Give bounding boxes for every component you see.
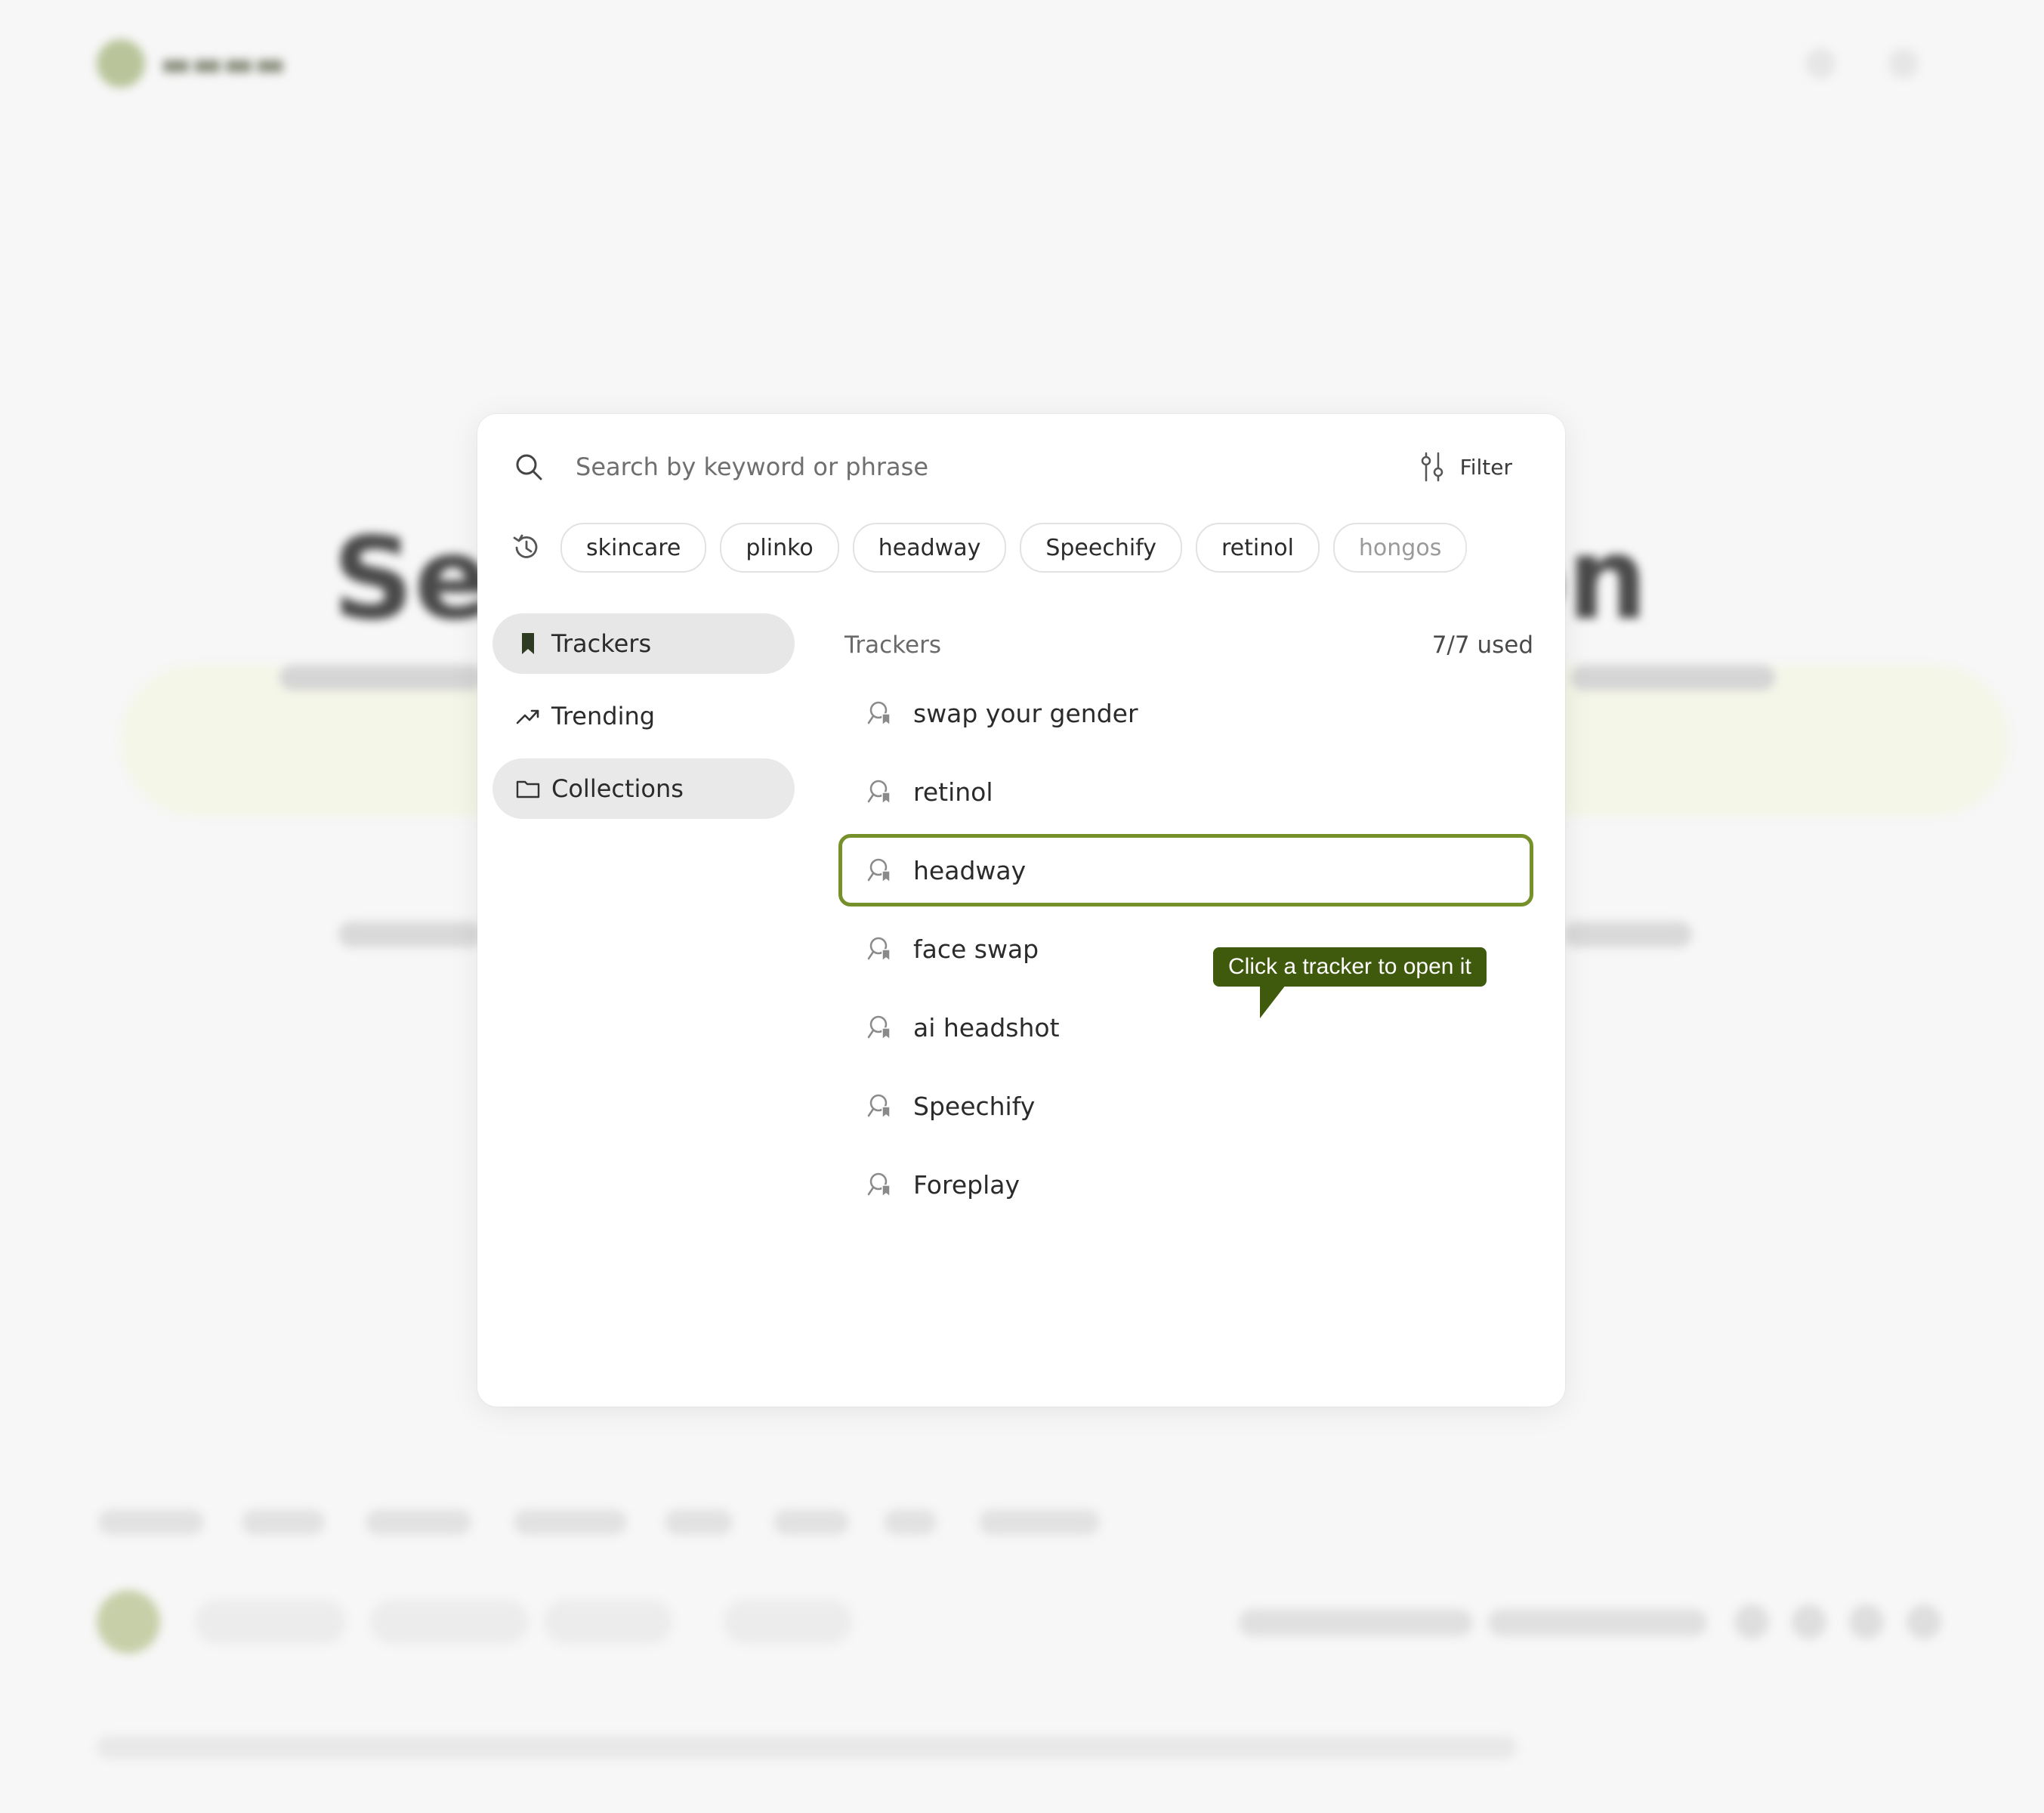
recent-search-chip[interactable]: skincare — [560, 523, 707, 573]
footer-link — [242, 1509, 325, 1535]
chips-fade-overlay — [1455, 523, 1545, 574]
tracker-item[interactable]: Foreplay — [838, 1148, 1533, 1221]
trackers-usage-count: 7/7 used — [1431, 632, 1533, 659]
footer-link — [665, 1509, 733, 1535]
tracker-label: headway — [913, 855, 1027, 885]
search-input[interactable] — [574, 444, 1332, 490]
tracker-label: Foreplay — [913, 1169, 1020, 1200]
footer-link — [773, 1509, 849, 1535]
folder-icon — [516, 780, 540, 798]
trending-icon — [516, 709, 539, 724]
tracker-label: face swap — [913, 934, 1039, 964]
footer-link — [884, 1509, 937, 1535]
tracker-item[interactable]: retinol — [838, 755, 1533, 828]
footer-badge — [370, 1600, 529, 1644]
recent-search-chip[interactable]: headway — [852, 523, 1007, 573]
search-icon — [516, 454, 542, 480]
header-icon — [1888, 48, 1919, 79]
sidebar-item-trending[interactable]: Trending — [492, 686, 795, 746]
hero-detail — [1564, 922, 1692, 947]
language-selector — [724, 1600, 852, 1644]
hero-subtitle — [279, 665, 483, 690]
footer-link — [366, 1509, 471, 1535]
sidebar-item-collections[interactable]: Collections — [492, 758, 795, 819]
modal-sidebar: Trackers Trending Collections — [492, 613, 795, 831]
recent-search-chips: skincare plinko headway Speechify retino… — [560, 523, 1468, 573]
tracker-item[interactable]: ai headshot — [838, 991, 1533, 1064]
social-icon — [1734, 1605, 1769, 1639]
tracker-search-icon — [867, 1015, 891, 1041]
tracker-label: retinol — [913, 777, 993, 807]
tracker-item-selected[interactable]: headway — [838, 834, 1533, 906]
site-logo: ▬▬▬▬ — [97, 39, 286, 88]
trackers-title: Trackers — [844, 632, 941, 659]
social-icon — [1792, 1605, 1826, 1639]
social-icon — [1907, 1605, 1941, 1639]
footer-link — [979, 1509, 1100, 1535]
recent-search-chip[interactable]: plinko — [720, 523, 839, 573]
sidebar-item-label: Trending — [551, 702, 656, 730]
search-bar: Filter — [477, 414, 1565, 518]
filter-label: Filter — [1459, 454, 1512, 480]
footer-text — [1488, 1609, 1707, 1636]
hero-subtitle — [1571, 665, 1775, 690]
sidebar-item-label: Collections — [551, 774, 684, 803]
filter-button[interactable]: Filter — [1419, 450, 1512, 483]
trackers-header: Trackers 7/7 used — [838, 613, 1533, 677]
logo-mark — [97, 39, 145, 88]
sidebar-item-trackers[interactable]: Trackers — [492, 613, 795, 674]
tracker-search-icon — [867, 780, 891, 805]
tooltip-arrow — [1260, 985, 1286, 1018]
tracker-search-icon — [867, 701, 891, 727]
header-icon — [1805, 48, 1836, 79]
legal-text — [97, 1736, 1517, 1759]
footer-text — [1239, 1609, 1473, 1636]
tracker-search-icon — [867, 937, 891, 962]
trackers-panel: Trackers 7/7 used swap your gender retin… — [838, 613, 1533, 1227]
logo-wordmark: ▬▬▬▬ — [160, 44, 286, 83]
tracker-label: ai headshot — [913, 1012, 1060, 1042]
footer-badge — [195, 1600, 346, 1644]
tracker-item[interactable]: Speechify — [838, 1070, 1533, 1142]
social-icon — [1849, 1605, 1884, 1639]
footer-badge — [544, 1600, 672, 1644]
tracker-search-icon — [867, 858, 891, 884]
recent-search-chip[interactable]: hongos — [1332, 523, 1468, 573]
sidebar-item-label: Trackers — [551, 629, 652, 658]
recent-searches: skincare plinko headway Speechify retino… — [511, 523, 1545, 574]
history-icon — [513, 534, 538, 558]
recent-search-chip[interactable]: Speechify — [1020, 523, 1182, 573]
tracker-label: Speechify — [913, 1091, 1036, 1121]
bookmark-icon — [522, 633, 534, 654]
recent-search-chip[interactable]: retinol — [1195, 523, 1320, 573]
onboarding-tooltip: Click a tracker to open it — [1213, 947, 1487, 987]
tracker-search-icon — [867, 1094, 891, 1120]
tracker-search-icon — [867, 1172, 891, 1198]
search-modal: Filter skincare plinko headway Speechify… — [477, 414, 1565, 1407]
tracker-label: swap your gender — [913, 698, 1138, 728]
tracker-item[interactable]: swap your gender — [838, 677, 1533, 749]
hero-title-fragment: Se — [332, 514, 491, 645]
footer-link — [98, 1509, 204, 1535]
hero-detail — [338, 922, 482, 947]
footer-link — [514, 1509, 627, 1535]
sliders-icon — [1421, 452, 1443, 482]
footer-avatar — [97, 1590, 160, 1654]
